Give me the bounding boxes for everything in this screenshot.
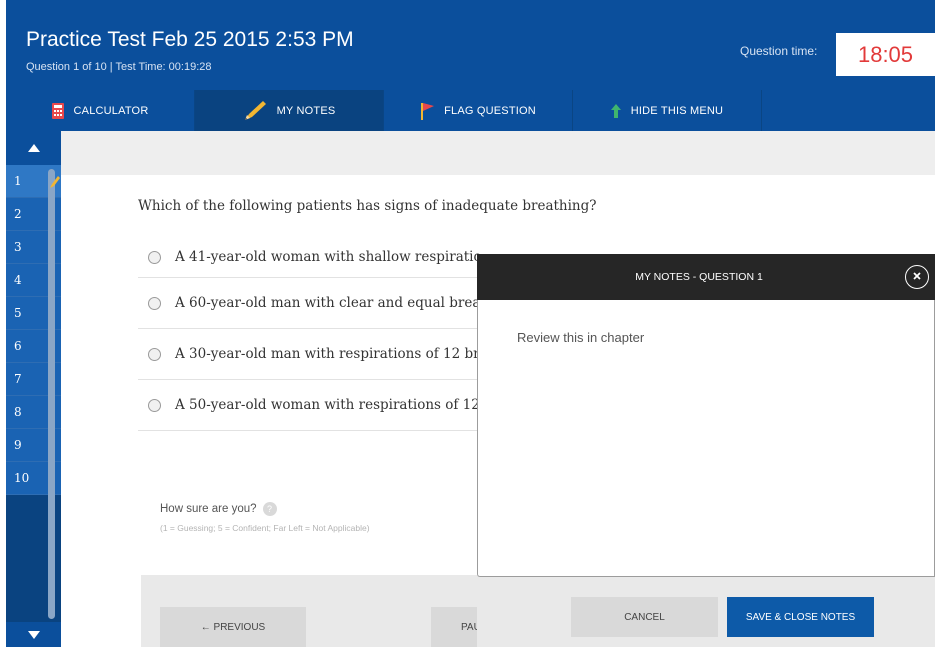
calculator-label: CALCULATOR	[73, 104, 149, 117]
notes-modal-title: MY NOTES - QUESTION 1	[635, 271, 763, 283]
page-title: Practice Test Feb 25 2015 2:53 PM	[26, 28, 354, 51]
pause-button[interactable]: PAU	[431, 607, 477, 647]
answer-option[interactable]: A 60-year-old man with clear and equal b…	[138, 278, 488, 329]
pencil-icon	[243, 100, 267, 122]
answer-list: A 41-year-old woman with shallow respira…	[138, 237, 488, 431]
answer-option[interactable]: A 41-year-old woman with shallow respira…	[138, 237, 488, 278]
header-bar: Practice Test Feb 25 2015 2:53 PM Questi…	[6, 0, 935, 90]
radio-button[interactable]	[148, 250, 161, 264]
test-progress: Question 1 of 10 | Test Time: 00:19:28	[26, 61, 212, 73]
previous-button[interactable]: ← PREVIOUS	[160, 607, 306, 647]
answer-option[interactable]: A 50-year-old woman with respirations of…	[138, 380, 488, 431]
answer-text: A 50-year-old woman with respirations of…	[175, 397, 480, 413]
flag-question-label: FLAG QUESTION	[444, 104, 536, 117]
hide-menu-button[interactable]: HIDE THIS MENU	[573, 90, 761, 131]
content-top-band	[61, 131, 935, 175]
caret-up-icon	[27, 139, 40, 157]
calculator-button[interactable]: CALCULATOR	[6, 90, 194, 131]
radio-button[interactable]	[148, 347, 161, 361]
scroll-down-button[interactable]	[6, 622, 61, 647]
help-icon[interactable]: ?	[262, 502, 277, 516]
radio-button[interactable]	[148, 398, 161, 412]
sidebar-scrollbar[interactable]	[48, 169, 55, 619]
answer-option[interactable]: A 30-year-old man with respirations of 1…	[138, 329, 488, 380]
scroll-up-button[interactable]	[6, 131, 61, 165]
flag-question-button[interactable]: FLAG QUESTION	[384, 90, 572, 131]
confidence-label: How sure are you?	[160, 503, 257, 515]
toolbar-divider	[761, 90, 762, 131]
arrow-up-icon	[610, 103, 621, 118]
save-close-notes-button[interactable]: SAVE & CLOSE NOTES	[727, 597, 874, 637]
answer-text: A 41-year-old woman with shallow respira…	[175, 249, 482, 265]
confidence-hint: (1 = Guessing; 5 = Confident; Far Left =…	[160, 523, 370, 533]
question-sidebar: 1 2 3 4 5 6 7 8 9 10	[6, 131, 61, 647]
note-pencil-icon	[50, 175, 60, 194]
question-text: Which of the following patients has sign…	[138, 198, 597, 214]
toolbar: CALCULATOR MY NOTES FLAG QUESTION HIDE T…	[6, 90, 935, 131]
my-notes-label: MY NOTES	[276, 104, 336, 117]
cancel-button[interactable]: CANCEL	[571, 597, 718, 637]
notes-text: Review this in chapter	[517, 330, 645, 345]
notes-modal-header: MY NOTES - QUESTION 1	[477, 254, 935, 300]
close-notes-button[interactable]	[905, 265, 929, 289]
question-timer: 18:05	[836, 33, 935, 76]
calculator-icon	[51, 102, 64, 119]
answer-text: A 60-year-old man with clear and equal b…	[175, 295, 481, 311]
flag-icon	[420, 102, 435, 120]
question-time-label: Question time:	[740, 44, 818, 58]
my-notes-button[interactable]: MY NOTES	[195, 90, 383, 131]
radio-button[interactable]	[148, 296, 161, 310]
close-icon	[912, 268, 922, 286]
answer-text: A 30-year-old man with respirations of 1…	[175, 346, 480, 362]
confidence-section: How sure are you? ?	[160, 502, 277, 516]
caret-down-icon	[27, 626, 40, 644]
hide-menu-label: HIDE THIS MENU	[630, 104, 724, 117]
